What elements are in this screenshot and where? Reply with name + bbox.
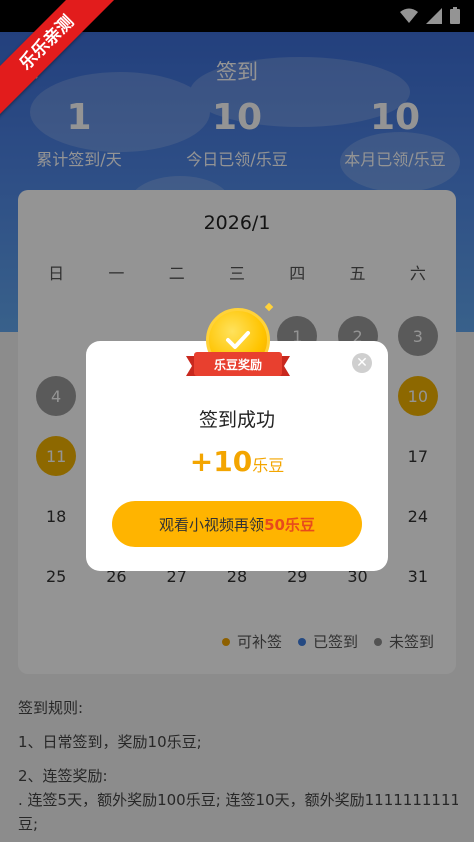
reward-value: +10: [189, 445, 253, 478]
button-highlight: 50乐豆: [264, 515, 315, 534]
ribbon-label: 乐豆奖励: [213, 358, 262, 372]
corner-watermark: 乐乐亲测: [0, 0, 120, 120]
dialog-title: 签到成功: [198, 409, 275, 431]
corner-watermark-text: 乐乐亲测: [0, 0, 120, 120]
button-text: 观看小视频再领: [159, 515, 265, 534]
reward-amount: +10乐豆: [86, 445, 388, 478]
close-icon[interactable]: ✕: [352, 353, 372, 373]
reward-unit: 乐豆: [252, 456, 285, 475]
watch-video-button[interactable]: 观看小视频再领50乐豆: [112, 501, 362, 547]
